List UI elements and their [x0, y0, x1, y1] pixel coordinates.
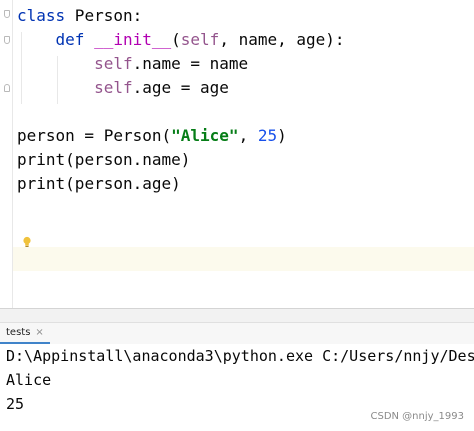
code-line[interactable]: print(person.age)	[17, 172, 181, 196]
code-token: self	[94, 78, 133, 97]
code-token: "Alice"	[171, 126, 239, 145]
code-token: print	[17, 174, 66, 193]
close-icon[interactable]: ×	[35, 327, 43, 338]
code-token: class	[17, 6, 66, 25]
code-token: , name, age):	[219, 30, 345, 49]
console-output-line: Alice	[6, 371, 52, 389]
console-output-line: 25	[6, 395, 25, 413]
current-line-highlight	[13, 247, 474, 271]
code-token: def	[55, 30, 85, 49]
fold-class-icon[interactable]	[4, 10, 10, 18]
tab-tests[interactable]: tests ×	[0, 323, 50, 344]
code-editor[interactable]: class Person: def __init__(self, name, a…	[0, 0, 474, 308]
code-token: self	[94, 54, 133, 73]
code-token: self	[180, 30, 220, 49]
code-token: print	[17, 150, 66, 169]
console-command-line: D:\Appinstall\anaconda3\python.exe C:/Us…	[6, 347, 474, 365]
lightbulb-icon[interactable]	[22, 236, 32, 248]
code-line[interactable]: def __init__(self, name, age):	[17, 28, 345, 52]
code-line[interactable]: print(person.name)	[17, 148, 190, 172]
watermark: CSDN @nnjy_1993	[370, 411, 464, 422]
tab-label: tests	[6, 327, 31, 338]
code-token: (person.name)	[65, 150, 191, 169]
code-token: 25	[257, 126, 278, 145]
run-tab-bar: tests ×	[0, 322, 474, 345]
code-line[interactable]: self.name = name	[17, 52, 248, 76]
code-token: __init__	[94, 30, 172, 49]
fold-end-icon[interactable]	[4, 84, 10, 92]
code-token: person = Person(	[17, 126, 172, 145]
code-token: ,	[238, 126, 258, 145]
code-token: Person:	[65, 6, 143, 25]
panel-splitter[interactable]	[0, 308, 474, 323]
code-line[interactable]: self.age = age	[17, 76, 229, 100]
code-token: (person.age)	[65, 174, 181, 193]
code-line[interactable]: class Person:	[17, 4, 142, 28]
code-line[interactable]: person = Person("Alice", 25)	[17, 124, 287, 148]
editor-gutter	[0, 0, 13, 308]
code-token: .age = age	[132, 78, 229, 97]
code-token: (	[171, 30, 181, 49]
code-token: .name = name	[132, 54, 249, 73]
fold-init-icon[interactable]	[4, 36, 10, 44]
code-token: )	[277, 126, 287, 145]
